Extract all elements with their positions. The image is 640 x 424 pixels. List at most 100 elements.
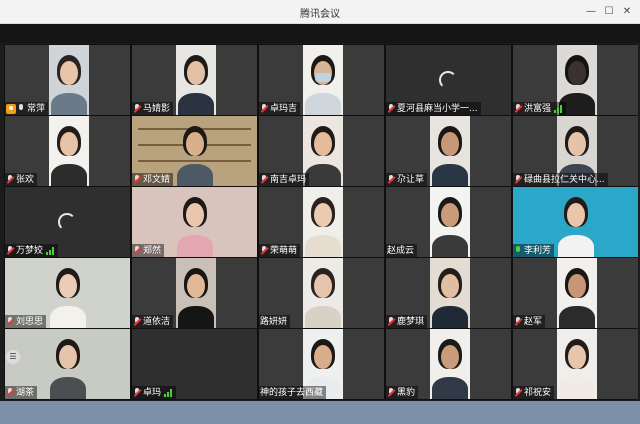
meeting-top-bar xyxy=(0,24,640,43)
mic-muted-icon xyxy=(133,174,142,185)
participant-video xyxy=(176,45,216,115)
participant-tile[interactable]: 卓玛吉 xyxy=(259,45,384,115)
participant-tile[interactable]: 郑然 xyxy=(132,187,257,257)
participant-name: 卓玛 xyxy=(143,387,162,398)
participant-label: 邓文婧 xyxy=(132,173,174,186)
participant-label: 神的孩子去西藏 xyxy=(259,386,327,399)
mic-muted-icon xyxy=(387,316,396,327)
mic-muted-icon xyxy=(133,103,142,114)
mic-muted-icon xyxy=(133,316,142,327)
participant-name: 鹿梦琪 xyxy=(397,316,425,327)
mic-muted-icon xyxy=(6,387,15,398)
mic-muted-icon xyxy=(387,174,396,185)
participant-tile[interactable]: 神的孩子去西藏 xyxy=(259,329,384,399)
participant-video xyxy=(303,45,343,115)
participant-video xyxy=(430,329,470,399)
participant-tile[interactable]: 路妍妍 xyxy=(259,258,384,328)
participant-tile[interactable]: 卓玛 xyxy=(132,329,257,399)
participant-name: 南吉卓玛 xyxy=(270,174,307,185)
participant-tile[interactable]: 洪富强 xyxy=(513,45,638,115)
mic-muted-icon xyxy=(514,103,523,114)
participant-tile[interactable]: 张欢 xyxy=(5,116,130,186)
participant-tile[interactable]: 李利芳 xyxy=(513,187,638,257)
mic-muted-icon xyxy=(387,387,396,398)
participant-label: 卓玛 xyxy=(132,386,177,399)
title-bar: 腾讯会议 — ☐ ✕ xyxy=(0,0,640,24)
participant-name: 万梦姣 xyxy=(16,245,44,256)
participant-name: 黑豹 xyxy=(397,387,416,398)
participant-name: 邓文婧 xyxy=(143,174,171,185)
participant-label: 赵成云 xyxy=(386,244,418,257)
participant-name: 路妍妍 xyxy=(260,316,288,327)
participant-label: 赵军 xyxy=(513,315,546,328)
participant-name: 常萍 xyxy=(27,103,46,114)
participant-name: 卓玛吉 xyxy=(270,103,298,114)
participant-tile[interactable]: 刘思思 xyxy=(5,258,130,328)
participant-label: 荣萌萌 xyxy=(259,244,301,257)
participant-video xyxy=(430,258,470,328)
close-icon[interactable]: ✕ xyxy=(618,3,636,21)
participant-tile[interactable]: 碌曲县拉仁关中心... xyxy=(513,116,638,186)
participant-tile[interactable]: 常萍 xyxy=(5,45,130,115)
participant-name: 张欢 xyxy=(16,174,35,185)
participant-label: 湖茶 xyxy=(5,386,38,399)
participant-name: 李利芳 xyxy=(524,245,552,256)
participant-video xyxy=(430,116,470,186)
participant-tile[interactable]: 荣萌萌 xyxy=(259,187,384,257)
participant-name: 赵成云 xyxy=(387,245,415,256)
participant-tile[interactable]: 南吉卓玛 xyxy=(259,116,384,186)
mic-muted-icon xyxy=(133,245,142,256)
mic-muted-icon xyxy=(6,245,15,256)
participant-video xyxy=(303,187,343,257)
participant-label: 南吉卓玛 xyxy=(259,173,310,186)
minimize-icon[interactable]: — xyxy=(582,3,600,21)
window-title: 腾讯会议 xyxy=(300,9,340,20)
participant-label: 张欢 xyxy=(5,173,38,186)
participant-grid: 常萍 马婧影 卓玛吉 夏河县麻当小学一... 洪富强张欢 邓文婧 南吉卓玛 尕让草 碌曲县拉仁关… xyxy=(4,44,638,400)
participant-tile[interactable]: 夏河县麻当小学一... xyxy=(386,45,511,115)
signal-strength-icon xyxy=(164,388,173,397)
participant-label: 洪富强 xyxy=(513,102,567,115)
participant-tile[interactable]: 道依洁 xyxy=(132,258,257,328)
participant-name: 湖茶 xyxy=(16,387,35,398)
participant-name: 祁祝安 xyxy=(524,387,552,398)
mic-muted-icon xyxy=(260,245,269,256)
participant-name: 赵军 xyxy=(524,316,543,327)
participant-label: 碌曲县拉仁关中心... xyxy=(513,173,608,186)
participant-label: 卓玛吉 xyxy=(259,102,301,115)
participant-label: 常萍 xyxy=(5,102,49,115)
participant-label: 黑豹 xyxy=(386,386,419,399)
signal-strength-icon xyxy=(46,246,55,255)
participant-tile[interactable]: 马婧影 xyxy=(132,45,257,115)
mic-muted-icon xyxy=(514,387,523,398)
maximize-icon[interactable]: ☐ xyxy=(600,3,618,21)
participant-video xyxy=(557,329,597,399)
participant-label: 道依洁 xyxy=(132,315,174,328)
participant-label: 万梦姣 xyxy=(5,244,59,257)
participant-tile[interactable]: 赵成云 xyxy=(386,187,511,257)
participant-name: 尕让草 xyxy=(397,174,425,185)
participant-label: 夏河县麻当小学一... xyxy=(386,102,481,115)
participant-video xyxy=(176,258,216,328)
participant-video xyxy=(49,45,89,115)
participant-tile[interactable]: 赵军 xyxy=(513,258,638,328)
participant-name: 夏河县麻当小学一... xyxy=(397,103,478,114)
participant-name: 郑然 xyxy=(143,245,162,256)
participant-tile[interactable]: 万梦姣 xyxy=(5,187,130,257)
participant-label: 鹿梦琪 xyxy=(386,315,428,328)
participant-tile[interactable]: 鹿梦琪 xyxy=(386,258,511,328)
participant-tile[interactable]: 祁祝安 xyxy=(513,329,638,399)
participant-name: 荣萌萌 xyxy=(270,245,298,256)
mic-muted-icon xyxy=(6,174,15,185)
participant-video xyxy=(557,258,597,328)
desktop-background xyxy=(0,401,640,424)
participant-tile[interactable]: 湖茶 xyxy=(5,329,130,399)
participant-tile[interactable]: 黑豹 xyxy=(386,329,511,399)
participant-tile[interactable]: 尕让草 xyxy=(386,116,511,186)
participant-tile[interactable]: 邓文婧 xyxy=(132,116,257,186)
mic-muted-icon xyxy=(514,174,523,185)
participant-name: 刘思思 xyxy=(16,316,44,327)
menu-icon[interactable]: ☰ xyxy=(6,350,20,364)
signal-strength-icon xyxy=(554,104,563,113)
mic-muted-icon xyxy=(387,103,396,114)
